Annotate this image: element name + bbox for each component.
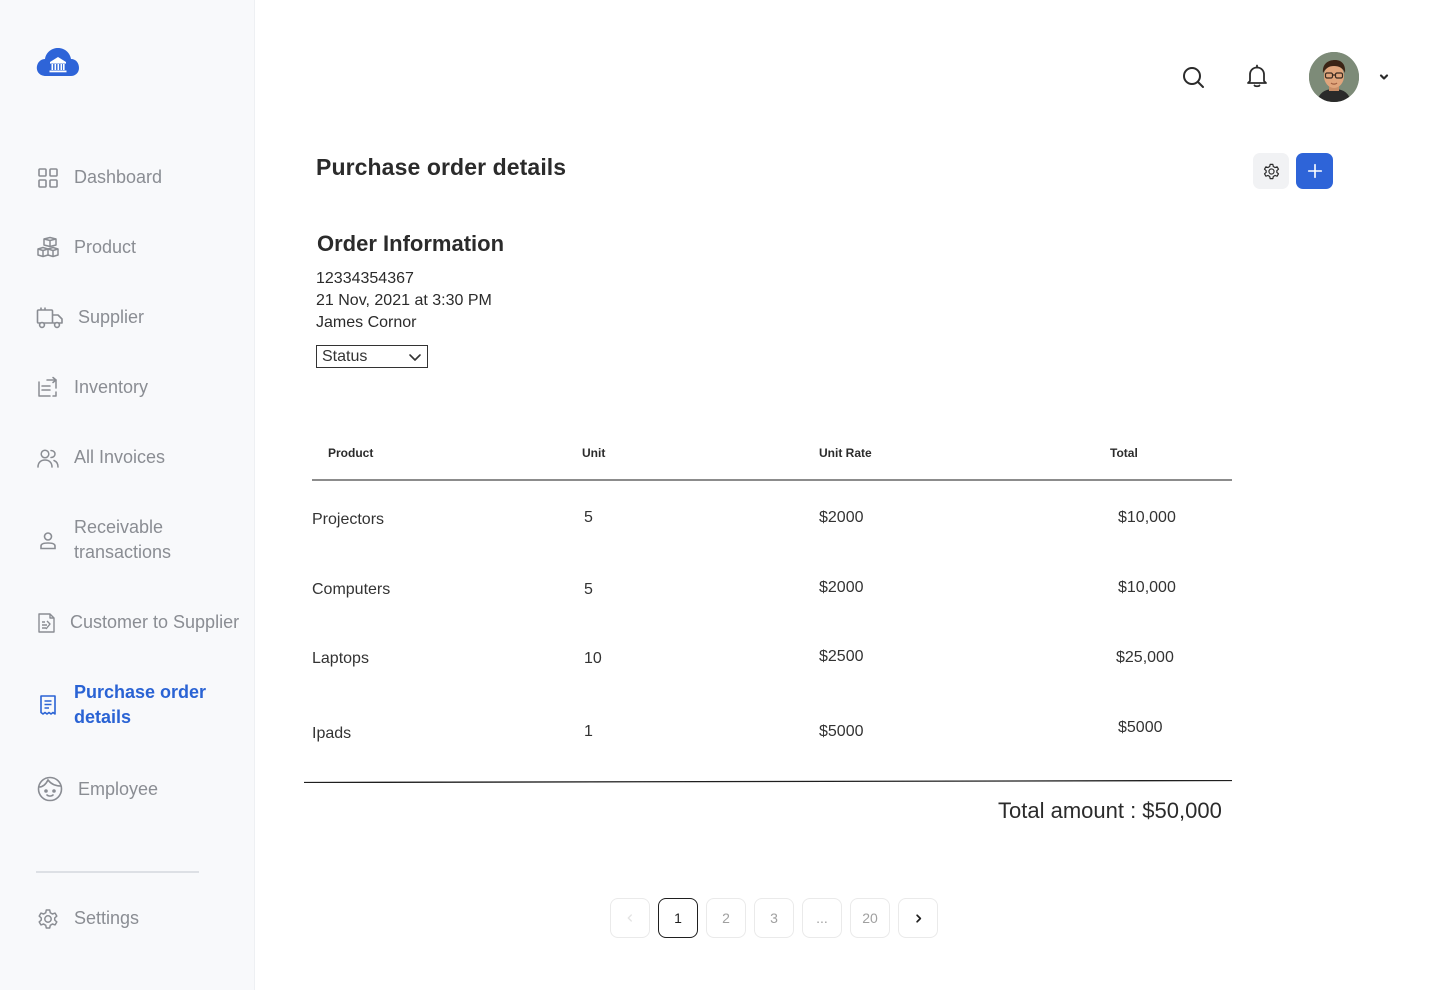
pagination-page-1[interactable]: 1 — [658, 898, 698, 938]
page-title: Purchase order details — [316, 154, 567, 180]
sidebar-item-label: Dashboard — [74, 167, 163, 187]
grid-icon — [36, 166, 60, 190]
sidebar-item-label: Purchase order details — [74, 682, 207, 727]
cell-total: $5000 — [1118, 719, 1163, 736]
cell-total: $10,000 — [1118, 509, 1176, 526]
cell-unit: 10 — [584, 650, 602, 667]
cell-product: Laptops — [312, 650, 369, 667]
pagination-next-button[interactable] — [898, 898, 938, 938]
order-customer-name: James Cornor — [316, 314, 417, 331]
sidebar-item-customer-to-supplier[interactable]: Customer to Supplier — [34, 610, 239, 635]
column-header-product: Product — [328, 446, 374, 460]
column-header-unit-rate: Unit Rate — [819, 446, 872, 460]
cell-unit-rate: $2000 — [819, 509, 864, 526]
pagination-prev-button[interactable] — [610, 898, 650, 938]
sidebar-item-label: Settings — [74, 908, 140, 928]
order-date: 21 Nov, 2021 at 3:30 PM — [316, 292, 492, 309]
sidebar-divider — [36, 871, 199, 873]
person-icon — [36, 528, 60, 552]
pagination-page-3[interactable]: 3 — [754, 898, 794, 938]
sidebar-item-employee[interactable]: Employee — [36, 775, 158, 803]
status-select[interactable]: Status — [316, 345, 428, 368]
sidebar-item-product[interactable]: Product — [36, 235, 136, 260]
inventory-icon — [36, 376, 60, 400]
cell-unit: 5 — [584, 509, 593, 526]
bell-icon[interactable] — [1244, 63, 1270, 89]
column-header-total: Total — [1110, 446, 1138, 460]
chevron-right-icon — [912, 912, 925, 925]
sidebar: Dashboard Product Supplier Inventory All… — [0, 0, 255, 990]
cell-total: $10,000 — [1118, 579, 1176, 596]
order-information-title: Order Information — [317, 231, 505, 256]
gear-icon — [36, 907, 60, 931]
cell-product: Computers — [312, 581, 391, 598]
chevron-down-icon — [407, 349, 423, 365]
sidebar-item-dashboard[interactable]: Dashboard — [36, 165, 162, 190]
receipt-icon — [36, 693, 60, 717]
face-icon — [36, 775, 64, 803]
plus-icon — [1306, 162, 1324, 180]
cell-unit-rate: $2500 — [819, 648, 864, 665]
truck-icon — [36, 306, 64, 330]
sidebar-item-label: Customer to Supplier — [70, 612, 240, 632]
chevron-left-icon — [624, 912, 636, 924]
cell-unit: 5 — [584, 581, 593, 598]
sidebar-item-label: Employee — [78, 778, 159, 799]
document-icon — [34, 611, 58, 635]
cell-unit: 1 — [584, 723, 593, 740]
bank-cloud-logo-icon[interactable] — [36, 46, 80, 78]
cell-unit-rate: $2000 — [819, 579, 864, 596]
sidebar-item-inventory[interactable]: Inventory — [36, 375, 148, 400]
total-amount: Total amount : $50,000 — [998, 798, 1222, 823]
pagination-page-20[interactable]: 20 — [850, 898, 890, 938]
sidebar-item-all-invoices[interactable]: All Invoices — [36, 445, 165, 470]
sidebar-item-label: Receivable transactions — [74, 517, 172, 562]
sidebar-item-label: Supplier — [78, 307, 145, 327]
sidebar-item-label: Product — [74, 237, 137, 257]
add-button[interactable] — [1296, 153, 1333, 189]
chevron-down-icon[interactable] — [1377, 70, 1391, 84]
status-select-label: Status — [322, 347, 368, 365]
sidebar-item-label: All Invoices — [74, 447, 166, 467]
pagination-ellipsis[interactable]: ... — [802, 898, 842, 938]
cell-product: Ipads — [312, 725, 352, 742]
users-icon — [36, 446, 60, 470]
sidebar-item-receivable-transactions[interactable]: Receivable transactions — [36, 515, 224, 565]
sidebar-item-supplier[interactable]: Supplier — [36, 305, 144, 330]
table-footer-divider — [303, 770, 1233, 784]
avatar[interactable] — [1309, 52, 1359, 102]
table-header-divider — [312, 479, 1232, 481]
search-icon[interactable] — [1180, 64, 1206, 90]
sidebar-item-settings[interactable]: Settings — [36, 906, 139, 931]
cell-total: $25,000 — [1116, 649, 1174, 666]
cell-unit-rate: $5000 — [819, 723, 864, 740]
cell-product: Projectors — [312, 511, 385, 528]
order-number: 12334354367 — [316, 270, 414, 287]
gear-icon — [1262, 162, 1281, 181]
sidebar-item-label: Inventory — [74, 377, 149, 397]
sidebar-item-purchase-order-details[interactable]: Purchase order details — [36, 680, 224, 730]
page-settings-button[interactable] — [1253, 153, 1289, 189]
pagination-page-2[interactable]: 2 — [706, 898, 746, 938]
boxes-icon — [36, 236, 60, 260]
column-header-unit: Unit — [582, 446, 606, 460]
